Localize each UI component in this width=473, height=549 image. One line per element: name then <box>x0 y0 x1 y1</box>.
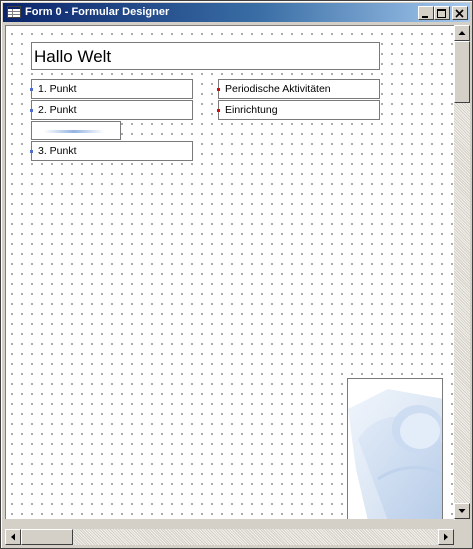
close-icon <box>455 9 464 18</box>
field-label: Einrichtung <box>225 104 278 116</box>
field-marker <box>217 109 220 112</box>
designer-window: Form 0 - Formular Designer Hallo Welt 1.… <box>0 0 473 549</box>
minimize-icon <box>422 16 428 18</box>
scroll-up-button[interactable] <box>454 25 470 41</box>
arrow-up-icon <box>458 31 466 35</box>
field-label: 1. Punkt <box>38 83 77 95</box>
vertical-scroll-thumb[interactable] <box>454 41 470 103</box>
heading-field[interactable]: Hallo Welt <box>31 42 380 70</box>
field-marker <box>30 150 33 153</box>
watermark-image <box>348 389 442 519</box>
field-marker <box>30 88 33 91</box>
field-label: 2. Punkt <box>38 104 77 116</box>
form-grid-icon <box>7 6 21 18</box>
canvas-bottom-strip <box>5 519 454 529</box>
design-canvas[interactable]: Hallo Welt 1. Punkt 2. Punkt 3. Punkt Pe… <box>5 25 455 520</box>
horizontal-scrollbar[interactable] <box>5 529 454 545</box>
list-item-punkt-1[interactable]: 1. Punkt <box>30 79 193 99</box>
close-button[interactable] <box>452 6 468 20</box>
field-marker <box>30 109 33 112</box>
field-label: Periodische Aktivitäten <box>225 83 331 95</box>
size-grip[interactable] <box>454 529 470 545</box>
arrow-left-icon <box>11 533 15 541</box>
minimize-button[interactable] <box>418 6 434 20</box>
list-item-punkt-3[interactable]: 3. Punkt <box>30 141 193 161</box>
image-control[interactable] <box>347 378 443 520</box>
field-highlight <box>44 130 104 133</box>
list-item-punkt-2[interactable]: 2. Punkt <box>30 100 193 120</box>
scroll-right-button[interactable] <box>438 529 454 545</box>
arrow-down-icon <box>458 509 466 513</box>
field-label: 3. Punkt <box>38 145 77 157</box>
arrow-right-icon <box>444 533 448 541</box>
maximize-button[interactable] <box>434 6 450 20</box>
window-title: Form 0 - Formular Designer <box>25 6 170 18</box>
field-marker <box>217 88 220 91</box>
heading-text: Hallo Welt <box>34 47 112 66</box>
scroll-down-button[interactable] <box>454 503 470 519</box>
title-bar[interactable]: Form 0 - Formular Designer <box>3 3 470 22</box>
empty-field[interactable] <box>31 121 121 140</box>
list-item-einrichtung[interactable]: Einrichtung <box>217 100 380 120</box>
list-item-periodische-aktivitaeten[interactable]: Periodische Aktivitäten <box>217 79 380 99</box>
maximize-icon <box>437 9 446 18</box>
horizontal-scroll-thumb[interactable] <box>21 529 73 545</box>
vertical-scrollbar[interactable] <box>454 25 470 519</box>
scroll-left-button[interactable] <box>5 529 21 545</box>
